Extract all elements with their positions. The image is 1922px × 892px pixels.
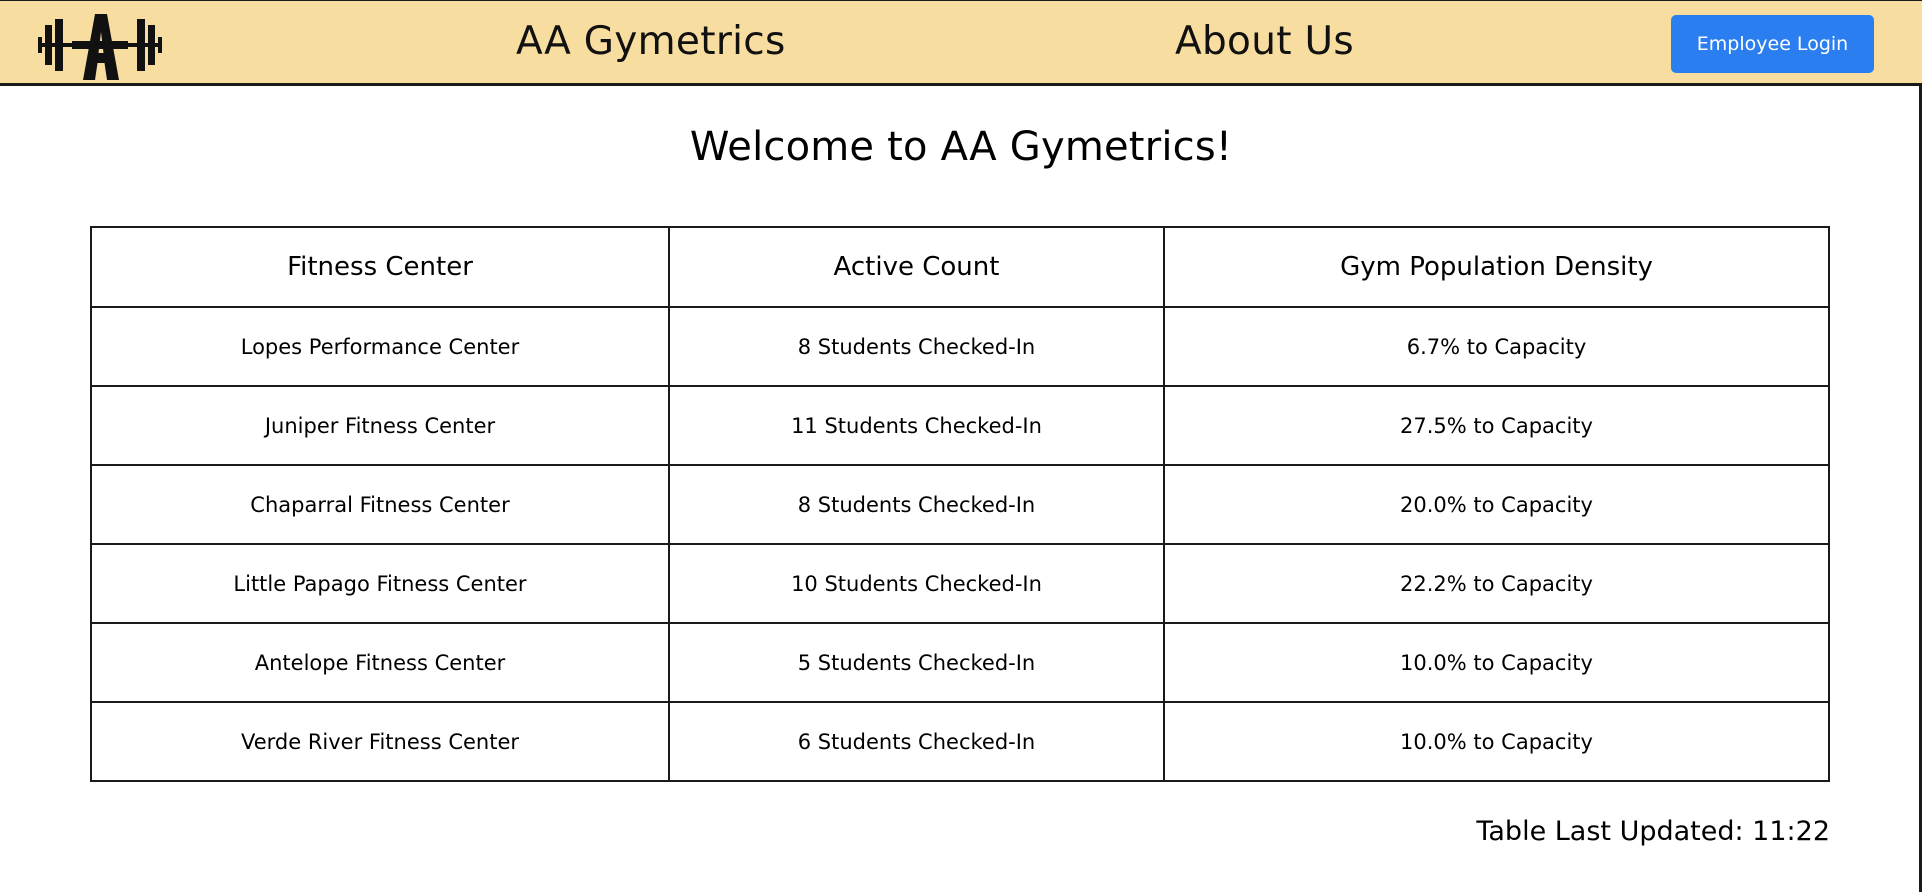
cell-fitness-center: Juniper Fitness Center [90, 385, 670, 466]
nav-about-link[interactable]: About Us [1175, 19, 1354, 64]
header-active-count: Active Count [668, 226, 1165, 308]
table-last-updated: Table Last Updated: 11:22 [1476, 816, 1830, 847]
header-fitness-center: Fitness Center [90, 226, 670, 308]
cell-fitness-center: Antelope Fitness Center [90, 622, 670, 703]
cell-density: 10.0% to Capacity [1163, 701, 1830, 782]
cell-active-count: 10 Students Checked-In [668, 543, 1165, 624]
header-population-density: Gym Population Density [1163, 226, 1830, 308]
table-row: Juniper Fitness Center 11 Students Check… [90, 385, 1830, 466]
page-title: Welcome to AA Gymetrics! [689, 124, 1233, 170]
cell-active-count: 6 Students Checked-In [668, 701, 1165, 782]
table-row: Chaparral Fitness Center 8 Students Chec… [90, 464, 1830, 545]
cell-density: 27.5% to Capacity [1163, 385, 1830, 466]
nav-brand-link[interactable]: AA Gymetrics [516, 19, 786, 64]
cell-fitness-center: Verde River Fitness Center [90, 701, 670, 782]
table-row: Little Papago Fitness Center 10 Students… [90, 543, 1830, 624]
cell-density: 10.0% to Capacity [1163, 622, 1830, 703]
cell-fitness-center: Chaparral Fitness Center [90, 464, 670, 545]
cell-active-count: 8 Students Checked-In [668, 464, 1165, 545]
cell-fitness-center: Lopes Performance Center [90, 306, 670, 387]
cell-density: 20.0% to Capacity [1163, 464, 1830, 545]
table-row: Lopes Performance Center 8 Students Chec… [90, 306, 1830, 387]
employee-login-button[interactable]: Employee Login [1671, 15, 1874, 73]
cell-density: 22.2% to Capacity [1163, 543, 1830, 624]
navbar: AA Gymetrics About Us Employee Login [0, 0, 1922, 86]
table-row: Verde River Fitness Center 6 Students Ch… [90, 701, 1830, 782]
gym-density-table: Fitness Center Active Count Gym Populati… [90, 226, 1830, 782]
cell-active-count: 11 Students Checked-In [668, 385, 1165, 466]
table-header-row: Fitness Center Active Count Gym Populati… [90, 226, 1830, 308]
table-row: Antelope Fitness Center 5 Students Check… [90, 622, 1830, 703]
cell-active-count: 5 Students Checked-In [668, 622, 1165, 703]
barbell-logo-icon[interactable] [36, 8, 164, 82]
cell-active-count: 8 Students Checked-In [668, 306, 1165, 387]
cell-density: 6.7% to Capacity [1163, 306, 1830, 387]
cell-fitness-center: Little Papago Fitness Center [90, 543, 670, 624]
